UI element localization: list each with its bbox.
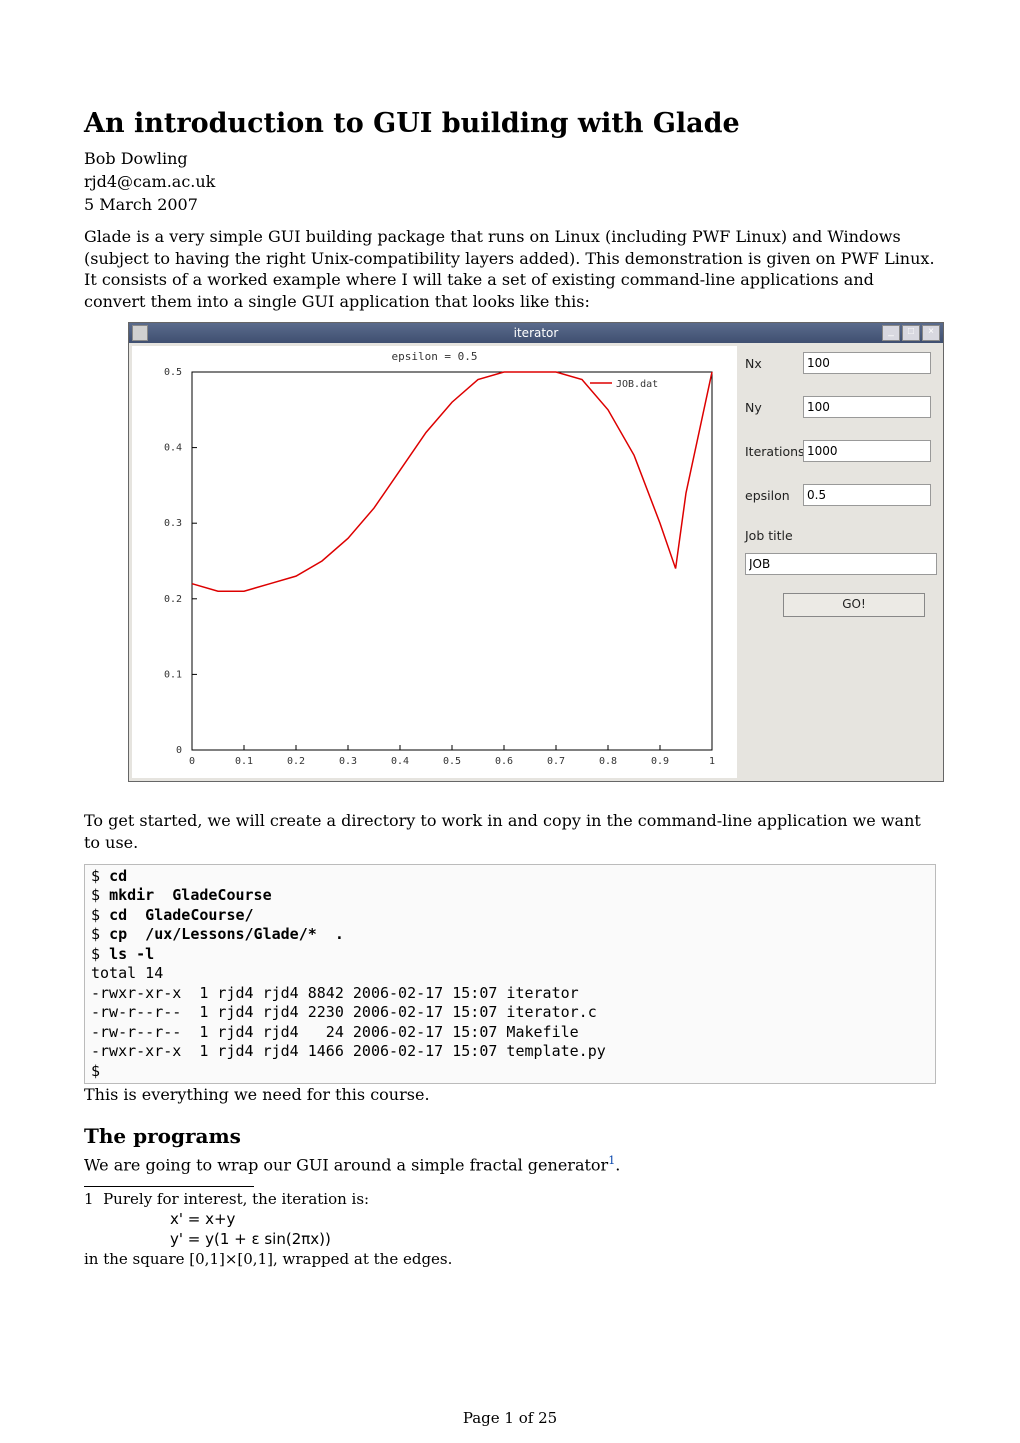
epsilon-label: epsilon (745, 488, 803, 503)
svg-text:0.6: 0.6 (495, 756, 513, 767)
svg-text:0.4: 0.4 (164, 443, 182, 454)
section2-text-span: We are going to wrap our GUI around a si… (84, 1155, 608, 1174)
email-line: rjd4@cam.ac.uk (84, 172, 936, 191)
svg-text:0.8: 0.8 (599, 756, 617, 767)
svg-text:0.9: 0.9 (651, 756, 669, 767)
svg-text:0.4: 0.4 (391, 756, 409, 767)
svg-text:0.2: 0.2 (164, 594, 182, 605)
footnote-lead: Purely for interest, the iteration is: (103, 1190, 369, 1208)
after-screenshot-text: To get started, we will create a directo… (84, 810, 936, 853)
app-screenshot: iterator _ □ × epsilon = 0.5 00 (128, 322, 944, 782)
svg-text:0.2: 0.2 (287, 756, 305, 767)
footnote-eq1: x' = x+y (170, 1210, 235, 1228)
nx-input[interactable] (803, 352, 931, 374)
sidebar-form: Nx Ny Iterations epsilon (737, 346, 943, 778)
svg-text:1: 1 (709, 756, 715, 767)
section-heading-programs: The programs (84, 1124, 936, 1148)
window-title: iterator (129, 326, 943, 340)
footnote-number: 1 (84, 1190, 94, 1208)
page-number: Page 1 of 25 (0, 1409, 1020, 1427)
svg-text:0.5: 0.5 (164, 367, 182, 378)
svg-text:0.1: 0.1 (164, 670, 182, 681)
go-button[interactable]: GO! (783, 593, 925, 617)
intro-paragraph: Glade is a very simple GUI building pack… (84, 226, 936, 312)
legend-label: JOB.dat (616, 379, 658, 390)
date-line: 5 March 2007 (84, 195, 936, 214)
terminal-listing: $ cd $ mkdir GladeCourse $ cd GladeCours… (84, 864, 936, 1085)
svg-text:0: 0 (176, 745, 182, 756)
svg-text:0.3: 0.3 (164, 519, 182, 530)
svg-text:0.7: 0.7 (547, 756, 565, 767)
ny-label: Ny (745, 400, 803, 415)
titlebar: iterator _ □ × (129, 323, 943, 343)
plot-canvas: epsilon = 0.5 0 0.1 0.2 0.3 0.4 0.5 0.6 0.7 0.8 0… (132, 346, 737, 778)
svg-text:0.5: 0.5 (443, 756, 461, 767)
section2-period: . (615, 1155, 620, 1174)
ny-input[interactable] (803, 396, 931, 418)
iterations-label: Iterations (745, 444, 803, 459)
nx-label: Nx (745, 356, 803, 371)
plot-title: epsilon = 0.5 (132, 350, 737, 363)
svg-text:0.1: 0.1 (235, 756, 253, 767)
footnote-block: 1 Purely for interest, the iteration is:… (84, 1189, 936, 1270)
jobtitle-label: Job title (745, 528, 793, 543)
jobtitle-input[interactable] (745, 553, 937, 575)
footnote-eq2: y' = y(1 + ε sin(2πx)) (170, 1230, 331, 1248)
author-line: Bob Dowling (84, 149, 936, 168)
svg-text:0.3: 0.3 (339, 756, 357, 767)
svg-text:0: 0 (189, 756, 195, 767)
footnote-tail: in the square [0,1]×[0,1], wrapped at th… (84, 1250, 452, 1268)
footnote-separator (84, 1186, 254, 1187)
after-terminal-text: This is everything we need for this cour… (84, 1084, 936, 1106)
iterations-input[interactable] (803, 440, 931, 462)
epsilon-input[interactable] (803, 484, 931, 506)
section2-text: We are going to wrap our GUI around a si… (84, 1154, 936, 1176)
page-title: An introduction to GUI building with Gla… (84, 108, 936, 139)
